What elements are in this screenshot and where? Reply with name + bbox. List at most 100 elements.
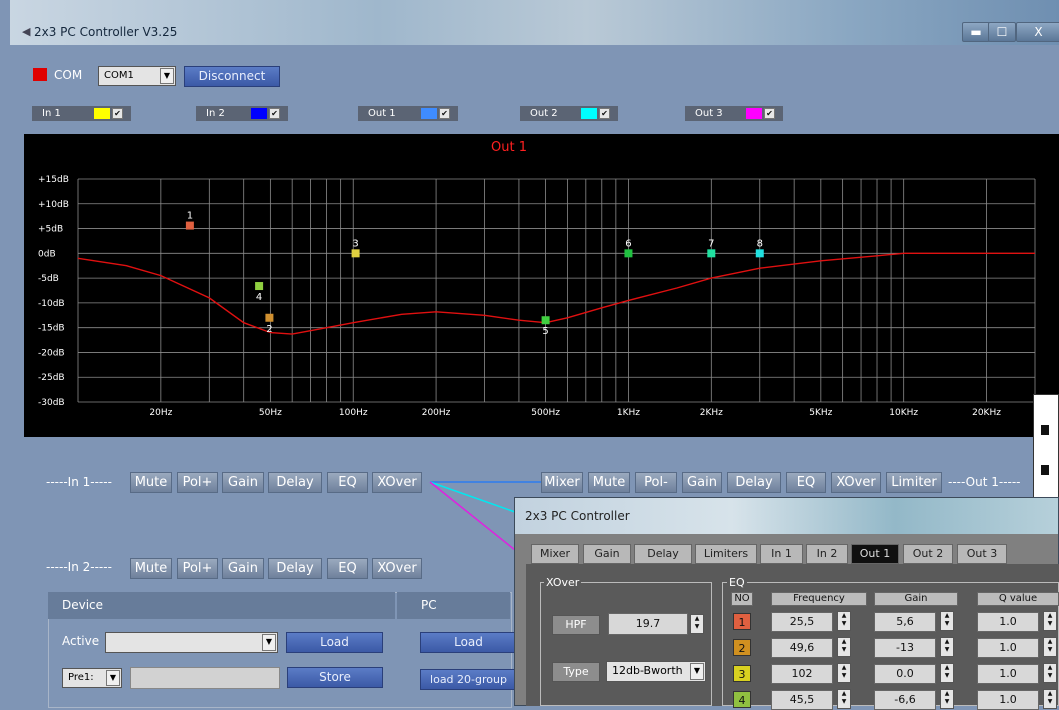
channel-tab-4[interactable]: Out 2 ✔ (520, 106, 618, 121)
dialog-tab-out3[interactable]: Out 3 (957, 544, 1007, 564)
minimize-button[interactable]: ▬ (962, 22, 990, 42)
active-label: Active (62, 634, 100, 648)
eq-frequency-field[interactable]: 45,5 (771, 690, 833, 710)
eq-point-marker[interactable] (541, 316, 550, 325)
pc-load-button[interactable]: Load (420, 632, 517, 653)
eq-gain-field[interactable]: -6,6 (874, 690, 936, 710)
pc-load20-button[interactable]: load 20-group (420, 669, 517, 690)
out1-xover-button[interactable]: XOver (831, 472, 881, 493)
eq-point-label: 4 (256, 292, 262, 303)
eq-q-spinner[interactable]: ▲ ▼ (1043, 637, 1057, 657)
active-preset-select[interactable]: ▼ (105, 632, 278, 653)
in2-xover-button[interactable]: XOver (372, 558, 422, 579)
in2-delay-button[interactable]: Delay (268, 558, 322, 579)
eq-frequency-field[interactable]: 49,6 (771, 638, 833, 658)
route-line-out2 (429, 481, 516, 513)
out1-mute-button[interactable]: Mute (588, 472, 630, 493)
out1-mixer-button[interactable]: Mixer (541, 472, 583, 493)
eq-gain-spinner[interactable]: ▲ ▼ (940, 689, 954, 709)
in1-eq-button[interactable]: EQ (327, 472, 368, 493)
dialog-tab-out1[interactable]: Out 1 (851, 544, 899, 564)
filter-type-select[interactable]: 12db-Bworth ▼ (606, 661, 706, 682)
eq-point-marker[interactable] (624, 249, 633, 258)
eq-gain-spinner[interactable]: ▲ ▼ (940, 637, 954, 657)
channel-tab-5[interactable]: Out 3 ✔ (685, 106, 783, 121)
eq-q-field[interactable]: 1.0 (977, 690, 1039, 710)
channel-visible-checkbox[interactable]: ✔ (439, 108, 450, 119)
channel-visible-checkbox[interactable]: ✔ (599, 108, 610, 119)
maximize-button[interactable]: ☐ (988, 22, 1016, 42)
out1-gain-button[interactable]: Gain (682, 472, 722, 493)
eq-frequency-spinner[interactable]: ▲ ▼ (837, 663, 851, 683)
eq-point-marker[interactable] (755, 249, 764, 258)
com-port-select[interactable]: COM1 ▼ (98, 66, 176, 86)
eq-gain-field[interactable]: 5,6 (874, 612, 936, 632)
in1-pol-button[interactable]: Pol+ (177, 472, 218, 493)
channel-visible-checkbox[interactable]: ✔ (269, 108, 280, 119)
eq-gain-spinner[interactable]: ▲ ▼ (940, 611, 954, 631)
channel-tab-1[interactable]: In 1 ✔ (32, 106, 131, 121)
eq-q-spinner[interactable]: ▲ ▼ (1043, 663, 1057, 683)
device-load-button[interactable]: Load (286, 632, 383, 653)
eq-q-field[interactable]: 1.0 (977, 638, 1039, 658)
eq-frequency-spinner[interactable]: ▲ ▼ (837, 611, 851, 631)
eq-frequency-spinner[interactable]: ▲ ▼ (837, 689, 851, 709)
close-button[interactable]: X (1016, 22, 1059, 42)
out1-pol-button[interactable]: Pol- (635, 472, 677, 493)
disconnect-button[interactable]: Disconnect (184, 66, 280, 87)
eq-q-field[interactable]: 1.0 (977, 664, 1039, 684)
dialog-tab-mixer[interactable]: Mixer (531, 544, 579, 564)
hpf-spinner[interactable]: ▲ ▼ (690, 614, 704, 634)
in2-mute-button[interactable]: Mute (130, 558, 172, 579)
preset-name-input[interactable] (130, 667, 280, 689)
eq-gain-spinner[interactable]: ▲ ▼ (940, 663, 954, 683)
eq-q-spinner[interactable]: ▲ ▼ (1043, 689, 1057, 709)
in1-xover-button[interactable]: XOver (372, 472, 422, 493)
eq-point-label: 7 (708, 238, 714, 249)
channel-tab-2[interactable]: In 2 ✔ (196, 106, 288, 121)
out1-limiter-button[interactable]: Limiter (886, 472, 942, 493)
in1-mute-button[interactable]: Mute (130, 472, 172, 493)
out1-eq-button[interactable]: EQ (786, 472, 826, 493)
in1-delay-button[interactable]: Delay (268, 472, 322, 493)
eq-point-marker[interactable] (351, 249, 360, 258)
dialog-tab-in2[interactable]: In 2 (806, 544, 848, 564)
y-tick-label: -25dB (38, 373, 65, 383)
graph-title: Out 1 (491, 140, 527, 155)
dialog-tab-out2[interactable]: Out 2 (903, 544, 953, 564)
in2-pol-button[interactable]: Pol+ (177, 558, 218, 579)
channel-visible-checkbox[interactable]: ✔ (764, 108, 775, 119)
store-button[interactable]: Store (287, 667, 383, 688)
channel-tab-3[interactable]: Out 1 ✔ (358, 106, 458, 121)
dialog-tab-in1[interactable]: In 1 (760, 544, 803, 564)
eq-frequency-field[interactable]: 102 (771, 664, 833, 684)
in1-gain-button[interactable]: Gain (222, 472, 264, 493)
in2-eq-button[interactable]: EQ (327, 558, 368, 579)
eq-q-field[interactable]: 1.0 (977, 612, 1039, 632)
eq-point-marker[interactable] (265, 313, 274, 322)
eq-gain-field[interactable]: 0.0 (874, 664, 936, 684)
y-tick-label: -15dB (38, 324, 65, 334)
dialog-tab-gain[interactable]: Gain (583, 544, 631, 564)
eq-q-spinner[interactable]: ▲ ▼ (1043, 611, 1057, 631)
x-tick-label: 2KHz (700, 408, 723, 418)
eq-point-marker[interactable] (185, 221, 194, 230)
dialog-tab-delay[interactable]: Delay (634, 544, 692, 564)
eq-gain-field[interactable]: -13 (874, 638, 936, 658)
hpf-button[interactable]: HPF (552, 615, 600, 635)
dialog-tab-limiters[interactable]: Limiters (695, 544, 757, 564)
preset-number-select[interactable]: Pre1: ▼ (62, 668, 122, 688)
frequency-response-graph[interactable]: +15dB +10dB +5dB 0dB -5dB -10dB -15dB -20dB -25d… (24, 134, 1059, 437)
type-button[interactable]: Type (552, 662, 600, 682)
out1-row-label: ----Out 1----- (948, 475, 1021, 489)
in2-gain-button[interactable]: Gain (222, 558, 264, 579)
chevron-down-icon: ▼ (690, 663, 704, 680)
out1-delay-button[interactable]: Delay (727, 472, 781, 493)
hpf-value-field[interactable]: 19.7 (608, 613, 688, 635)
channel-visible-checkbox[interactable]: ✔ (112, 108, 123, 119)
eq-point-marker[interactable] (707, 249, 716, 258)
eq-frequency-spinner[interactable]: ▲ ▼ (837, 637, 851, 657)
com-label: COM (54, 68, 83, 82)
eq-frequency-field[interactable]: 25,5 (771, 612, 833, 632)
eq-point-marker[interactable] (255, 282, 264, 291)
